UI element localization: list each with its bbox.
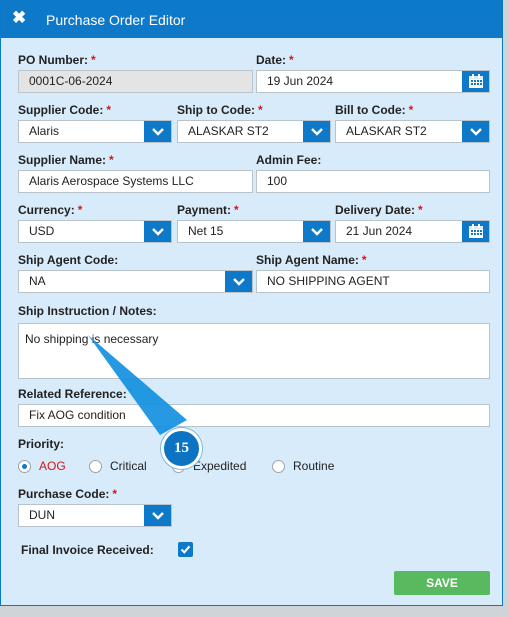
priority-radio-routine[interactable]: Routine (272, 459, 334, 473)
payment-value: Net 15 (188, 224, 224, 238)
chevron-down-icon[interactable] (144, 121, 171, 142)
date-label: Date: * (256, 53, 294, 67)
admin-fee-label: Admin Fee: (256, 153, 322, 167)
chevron-down-icon[interactable] (144, 505, 171, 526)
radio-icon[interactable] (272, 459, 285, 473)
checkmark-icon (180, 545, 191, 554)
priority-option-label: Critical (110, 459, 147, 473)
notes-label: Ship Instruction / Notes: (18, 304, 157, 318)
supplier-code-select[interactable]: Alaris (18, 120, 172, 143)
purchase-code-label: Purchase Code: * (18, 487, 118, 501)
dialog-titlebar: ✖ Purchase Order Editor (1, 1, 502, 38)
ship-to-code-value: ALASKAR ST2 (188, 124, 269, 138)
chevron-down-icon[interactable] (303, 221, 330, 242)
supplier-code-value: Alaris (29, 124, 60, 138)
admin-fee-field[interactable]: 100 (256, 170, 490, 193)
priority-label: Priority: (18, 437, 65, 451)
date-value: 19 Jun 2024 (267, 74, 334, 88)
calendar-icon[interactable] (462, 71, 489, 92)
notes-textarea[interactable]: No shipping is necessary (18, 323, 490, 379)
delivery-date-value: 21 Jun 2024 (346, 224, 413, 238)
close-icon[interactable]: ✖ (12, 9, 26, 27)
po-number-label: PO Number: * (18, 53, 96, 67)
final-invoice-checkbox[interactable] (178, 542, 193, 557)
background-strip-bottom (0, 606, 509, 617)
dialog-title: Purchase Order Editor (46, 12, 186, 28)
ship-agent-code-label: Ship Agent Code: (18, 253, 119, 267)
purchase-code-value: DUN (29, 508, 55, 522)
date-field[interactable]: 19 Jun 2024 (256, 70, 490, 93)
purchase-code-select[interactable]: DUN (18, 504, 172, 527)
po-number-field: 0001C-06-2024 (18, 70, 253, 93)
related-reference-field[interactable]: Fix AOG condition (18, 404, 490, 427)
currency-value: USD (29, 224, 55, 238)
currency-select[interactable]: USD (18, 220, 172, 243)
delivery-date-field[interactable]: 21 Jun 2024 (335, 220, 490, 243)
chevron-down-icon[interactable] (225, 271, 252, 292)
ship-to-code-select[interactable]: ALASKAR ST2 (177, 120, 331, 143)
priority-option-label: AOG (39, 459, 66, 473)
delivery-date-label: Delivery Date: * (335, 203, 423, 217)
radio-selected-icon[interactable] (18, 459, 31, 473)
bill-to-code-select[interactable]: ALASKAR ST2 (335, 120, 490, 143)
supplier-name-label: Supplier Name: * (18, 153, 114, 167)
priority-option-label: Expedited (193, 459, 247, 473)
ship-agent-code-select[interactable]: NA (18, 270, 253, 293)
chevron-down-icon[interactable] (462, 121, 489, 142)
chevron-down-icon[interactable] (303, 121, 330, 142)
supplier-code-label: Supplier Code: * (18, 103, 112, 117)
ship-to-code-label: Ship to Code: * (177, 103, 263, 117)
bill-to-code-value: ALASKAR ST2 (346, 124, 427, 138)
purchase-order-dialog: ✖ Purchase Order Editor PO Number: * 0001… (0, 0, 503, 606)
priority-radio-critical[interactable]: Critical (89, 459, 147, 473)
related-reference-label: Related Reference: (18, 387, 127, 401)
payment-select[interactable]: Net 15 (177, 220, 331, 243)
payment-label: Payment: * (177, 203, 239, 217)
save-button[interactable]: SAVE (394, 571, 490, 595)
supplier-name-field[interactable]: Alaris Aerospace Systems LLC (18, 170, 253, 193)
ship-agent-code-value: NA (29, 274, 46, 288)
calendar-icon[interactable] (462, 221, 489, 242)
background-strip-right (503, 0, 509, 606)
priority-radio-aog[interactable]: AOG (18, 459, 66, 473)
radio-icon[interactable] (89, 459, 102, 473)
bill-to-code-label: Bill to Code: * (335, 103, 414, 117)
final-invoice-label: Final Invoice Received: (21, 543, 154, 557)
callout-badge: 15 (161, 428, 202, 469)
ship-agent-name-label: Ship Agent Name: * (256, 253, 367, 267)
currency-label: Currency: * (18, 203, 83, 217)
priority-option-label: Routine (293, 459, 335, 473)
ship-agent-name-field[interactable]: NO SHIPPING AGENT (256, 270, 490, 293)
chevron-down-icon[interactable] (144, 221, 171, 242)
